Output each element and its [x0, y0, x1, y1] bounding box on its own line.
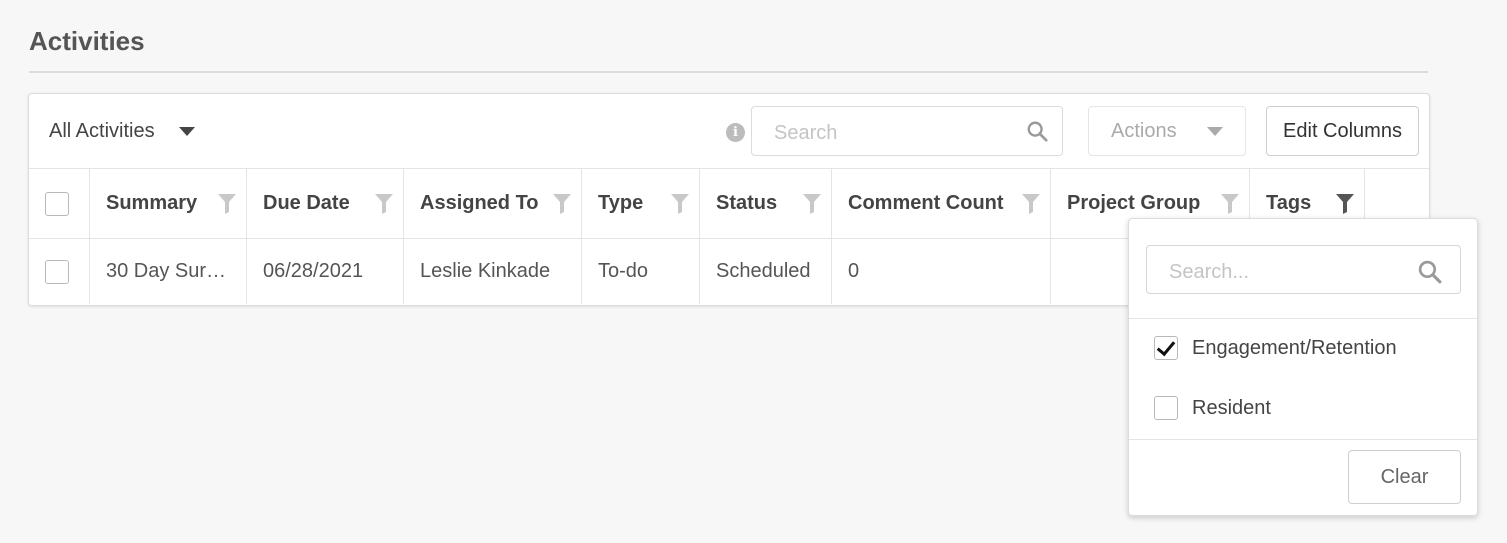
row-select-cell	[29, 239, 90, 304]
search-icon	[1418, 260, 1442, 284]
cell-text: To-do	[598, 260, 649, 282]
filter-icon[interactable]	[553, 193, 571, 214]
select-all-checkbox[interactable]	[45, 191, 69, 216]
column-header-type[interactable]: Type	[582, 169, 700, 238]
tag-option-engagement-retention[interactable]: Engagement/Retention	[1154, 336, 1397, 360]
cell-summary[interactable]: 30 Day Sur…	[90, 239, 247, 304]
tags-filter-popup: Engagement/Retention Resident Clear	[1128, 218, 1478, 516]
search-field[interactable]	[751, 106, 1063, 156]
filter-icon[interactable]	[1022, 193, 1040, 214]
chevron-down-icon	[178, 127, 195, 136]
filter-icon[interactable]	[375, 193, 393, 214]
column-label: Tags	[1266, 192, 1312, 214]
column-label: Summary	[106, 192, 198, 214]
column-header-due-date[interactable]: Due Date	[247, 169, 404, 238]
filter-icon[interactable]	[671, 193, 689, 214]
option-checkbox[interactable]	[1154, 336, 1178, 360]
option-checkbox[interactable]	[1154, 396, 1178, 420]
cell-due-date: 06/28/2021	[247, 239, 404, 304]
tag-option-resident[interactable]: Resident	[1154, 396, 1271, 420]
checkmark-icon	[1156, 336, 1176, 357]
column-label: Due Date	[263, 192, 350, 214]
option-label: Resident	[1192, 396, 1271, 419]
actions-dropdown[interactable]: Actions	[1088, 106, 1246, 156]
filter-icon[interactable]	[218, 193, 236, 214]
divider	[1129, 439, 1477, 440]
filter-icon[interactable]	[1221, 193, 1239, 214]
view-selector-label: All Activities	[49, 120, 155, 142]
column-label: Type	[598, 192, 644, 214]
cell-text: Leslie Kinkade	[420, 260, 551, 282]
title-divider	[29, 71, 1428, 73]
cell-text: Scheduled	[716, 260, 811, 282]
search-icon[interactable]	[1026, 120, 1048, 142]
cell-assigned-to: Leslie Kinkade	[404, 239, 582, 304]
cell-text: 0	[848, 260, 860, 282]
actions-label: Actions	[1111, 119, 1177, 142]
filter-icon[interactable]	[803, 193, 821, 214]
row-checkbox[interactable]	[45, 259, 69, 284]
column-header-assigned-to[interactable]: Assigned To	[404, 169, 582, 238]
option-label: Engagement/Retention	[1192, 336, 1397, 359]
cell-text: 30 Day Sur…	[106, 260, 227, 282]
cell-status: Scheduled	[700, 239, 832, 304]
filter-icon[interactable]	[1336, 193, 1354, 214]
view-selector[interactable]: All Activities	[49, 120, 195, 143]
column-label: Status	[716, 192, 778, 214]
search-input[interactable]	[772, 119, 1016, 147]
cell-type: To-do	[582, 239, 700, 304]
cell-text: 06/28/2021	[263, 260, 364, 282]
tag-search-input[interactable]	[1167, 258, 1411, 286]
column-label: Project Group	[1067, 192, 1201, 214]
clear-button[interactable]: Clear	[1348, 450, 1461, 504]
page-title: Activities	[29, 26, 145, 56]
column-header-comment-count[interactable]: Comment Count	[832, 169, 1051, 238]
tag-search-field[interactable]	[1146, 245, 1461, 294]
info-icon[interactable]: i	[726, 123, 745, 142]
column-label: Comment Count	[848, 192, 1004, 214]
column-label: Assigned To	[420, 192, 539, 214]
chevron-down-icon	[1206, 126, 1223, 136]
divider	[1129, 318, 1477, 319]
edit-columns-button[interactable]: Edit Columns	[1266, 106, 1419, 156]
cell-comment-count: 0	[832, 239, 1051, 304]
column-header-status[interactable]: Status	[700, 169, 832, 238]
column-header-summary[interactable]: Summary	[90, 169, 247, 238]
select-all-cell	[29, 169, 90, 238]
